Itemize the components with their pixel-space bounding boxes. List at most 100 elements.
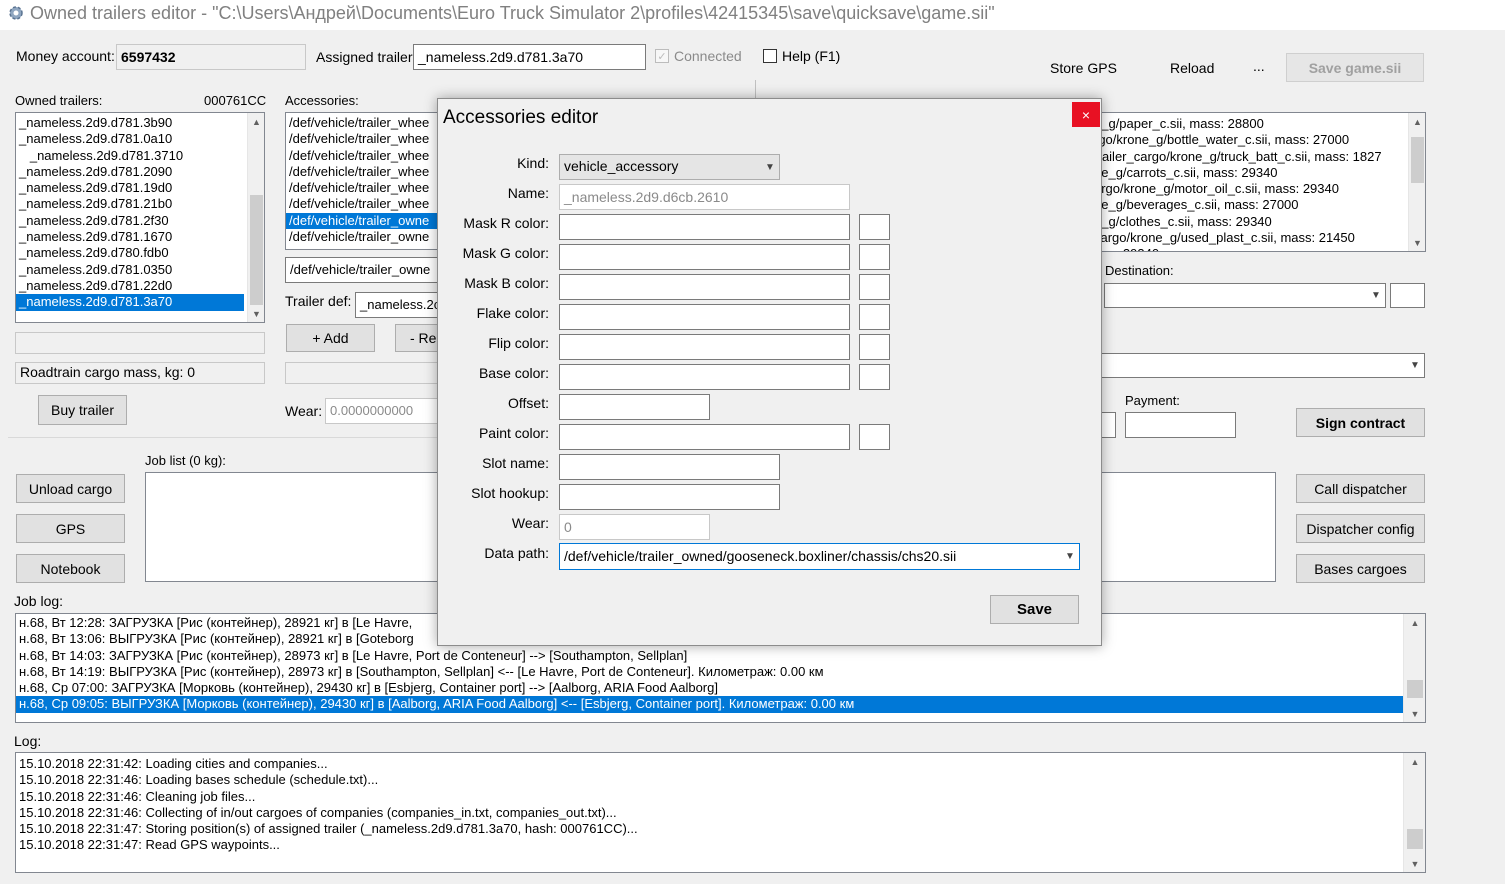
owned-scrollbar[interactable]: ▲ ▼ [247, 113, 264, 322]
list-item[interactable]: ne_g/beverages_c.sii, mass: 27000 [1091, 197, 1405, 213]
distance-field[interactable] [1100, 412, 1116, 438]
mask-g-field[interactable] [559, 244, 850, 270]
mask-b-swatch[interactable] [859, 274, 890, 300]
list-item[interactable]: e_g/clothes_c.sii, mass: 29340 [1091, 214, 1405, 230]
list-item[interactable]: _nameless.2d9.d781.2090 [16, 164, 244, 180]
list-item[interactable]: 15.10.2018 22:31:47: Read GPS waypoints.… [16, 837, 1403, 853]
list-item[interactable]: cargo/krone_g/used_plast_c.sii, mass: 21… [1091, 230, 1405, 246]
help-checkbox[interactable]: Help (F1) [763, 48, 840, 64]
list-item[interactable]: /def/vehicle/trailer_whee [286, 180, 444, 196]
data-path-select[interactable]: /def/vehicle/trailer_owned/gooseneck.box… [559, 543, 1080, 570]
flip-swatch[interactable] [859, 334, 890, 360]
list-item[interactable]: _nameless.2d9.d781.3a70 [16, 294, 244, 311]
owned-trailers-list[interactable]: _nameless.2d9.d781.3b90 _nameless.2d9.d78… [15, 112, 265, 323]
list-item[interactable]: 15.10.2018 22:31:46: Collecting of in/ou… [16, 805, 1403, 821]
list-item[interactable]: /def/vehicle/trailer_whee [286, 131, 444, 147]
kind-select[interactable]: vehicle_accessory ▼ [559, 154, 780, 180]
call-dispatcher-button[interactable]: Call dispatcher [1296, 474, 1425, 503]
assigned-trailer-field[interactable]: _nameless.2d9.d781.3a70 [413, 44, 646, 70]
flip-field[interactable] [559, 334, 850, 360]
more-button[interactable]: ... [1253, 58, 1265, 74]
money-field[interactable]: 6597432 [116, 44, 306, 70]
save-game-button[interactable]: Save game.sii [1286, 53, 1424, 82]
list-item[interactable]: _nameless.2d9.d781.0a10 [16, 131, 244, 147]
list-item[interactable]: /def/vehicle/trailer_whee [286, 164, 444, 180]
paint-field[interactable] [559, 424, 850, 450]
list-item[interactable]: _nameless.2d9.d781.19d0 [16, 180, 244, 196]
list-item[interactable]: /def/vehicle/trailer_whee [286, 148, 444, 164]
scroll-up-icon[interactable]: ▲ [248, 113, 264, 130]
list-item[interactable]: _nameless.2d9.d781.0350 [16, 262, 244, 278]
list-item[interactable]: argo/krone_g/motor_oil_c.sii, mass: 2934… [1091, 181, 1405, 197]
scroll-down-icon[interactable]: ▼ [1404, 855, 1425, 872]
company-select[interactable]: ▼ [1100, 353, 1425, 378]
list-item[interactable]: _nameless.2d9.d781.3b90 [16, 115, 244, 131]
name-field[interactable]: _nameless.2d9.d6cb.2610 [559, 184, 850, 210]
list-item[interactable]: ne_g/carrots_c.sii, mass: 29340 [1091, 165, 1405, 181]
dialog-save-button[interactable]: Save [990, 595, 1079, 624]
list-item[interactable]: _nameless.2d9.d781.21b0 [16, 196, 244, 212]
scroll-up-icon[interactable]: ▲ [1404, 753, 1425, 770]
scroll-up-icon[interactable]: ▲ [1409, 113, 1425, 130]
log-scrollbar[interactable]: ▲ ▼ [1403, 753, 1425, 872]
base-swatch[interactable] [859, 364, 890, 390]
list-item[interactable]: trailer_cargo/krone_g/truck_batt_c.sii, … [1091, 149, 1405, 165]
list-item[interactable]: _nameless.2d9.d780.fdb0 [16, 245, 244, 261]
list-item[interactable]: 15.10.2018 22:31:42: Loading cities and … [16, 756, 1403, 772]
scroll-down-icon[interactable]: ▼ [1404, 705, 1425, 722]
cargo-list[interactable]: e_g/paper_c.sii, mass: 28800 rgo/krone_g/… [1090, 112, 1426, 252]
add-accessory-button[interactable]: + Add [286, 324, 375, 352]
notebook-button[interactable]: Notebook [16, 554, 125, 583]
offset-field[interactable] [559, 394, 710, 420]
close-icon[interactable]: × [1072, 102, 1100, 127]
cargo-scrollbar[interactable]: ▲ ▼ [1408, 113, 1425, 251]
destination-select[interactable]: ▼ [1104, 283, 1386, 308]
trailer-def-field[interactable]: _nameless.2c [355, 292, 445, 318]
accessory-path-field[interactable]: /def/vehicle/trailer_owne [285, 257, 445, 283]
scroll-down-icon[interactable]: ▼ [248, 305, 264, 322]
sign-contract-button[interactable]: Sign contract [1296, 408, 1425, 437]
mask-r-swatch[interactable] [859, 214, 890, 240]
slot-hookup-field[interactable] [559, 484, 780, 510]
list-item[interactable]: _nameless.2d9.d781.22d0 [16, 278, 244, 294]
list-item[interactable]: 29340 [1091, 246, 1405, 251]
list-item[interactable]: 15.10.2018 22:31:46: Cleaning job files.… [16, 789, 1403, 805]
reload-button[interactable]: Reload [1170, 60, 1214, 76]
flake-field[interactable] [559, 304, 850, 330]
scroll-down-icon[interactable]: ▼ [1409, 234, 1425, 251]
table-row[interactable]: н.68, Ср 09:05: ВЫГРУЗКА [Морковь (конте… [16, 696, 1403, 713]
dispatcher-config-button[interactable]: Dispatcher config [1296, 514, 1425, 543]
buy-trailer-button[interactable]: Buy trailer [38, 395, 127, 425]
flake-swatch[interactable] [859, 304, 890, 330]
mask-g-swatch[interactable] [859, 244, 890, 270]
paint-swatch[interactable] [859, 424, 890, 450]
mask-b-field[interactable] [559, 274, 850, 300]
accessories-list[interactable]: /def/vehicle/trailer_whee/def/vehicle/tr… [285, 112, 445, 250]
scroll-up-icon[interactable]: ▲ [1404, 614, 1425, 631]
list-item[interactable]: 15.10.2018 22:31:46: Loading bases sched… [16, 772, 1403, 788]
list-item[interactable]: rgo/krone_g/bottle_water_c.sii, mass: 27… [1091, 132, 1405, 148]
list-item[interactable]: 15.10.2018 22:31:47: Storing position(s)… [16, 821, 1403, 837]
base-field[interactable] [559, 364, 850, 390]
bases-cargoes-button[interactable]: Bases cargoes [1296, 554, 1425, 583]
list-item[interactable]: /def/vehicle/trailer_whee [286, 115, 444, 131]
unload-cargo-button[interactable]: Unload cargo [16, 474, 125, 503]
destination-extra-field[interactable] [1390, 283, 1425, 308]
list-item[interactable]: e_g/paper_c.sii, mass: 28800 [1091, 116, 1405, 132]
gps-button[interactable]: GPS [16, 514, 125, 543]
list-item[interactable]: /def/vehicle/trailer_owne [286, 229, 444, 245]
store-gps-button[interactable]: Store GPS [1050, 60, 1117, 76]
job-list[interactable] [145, 472, 445, 582]
list-item[interactable]: _nameless.2d9.d781.3710 [16, 148, 244, 164]
dialog-wear-field[interactable]: 0 [559, 514, 710, 540]
table-row[interactable]: н.68, Ср 07:00: ЗАГРУЗКА [Морковь (конте… [16, 680, 1403, 696]
table-row[interactable]: н.68, Вт 14:03: ЗАГРУЗКА [Рис (контейнер… [16, 648, 1403, 664]
job-log-scrollbar[interactable]: ▲ ▼ [1403, 614, 1425, 722]
list-item[interactable]: _nameless.2d9.d781.1670 [16, 229, 244, 245]
slot-name-field[interactable] [559, 454, 780, 480]
table-row[interactable]: н.68, Вт 14:19: ВЫГРУЗКА [Рис (контейнер… [16, 664, 1403, 680]
payment-field[interactable] [1125, 412, 1236, 438]
wear-field[interactable]: 0.0000000000 [325, 398, 445, 424]
list-item[interactable]: /def/vehicle/trailer_whee [286, 196, 444, 212]
list-item[interactable]: /def/vehicle/trailer_owne [286, 212, 444, 230]
